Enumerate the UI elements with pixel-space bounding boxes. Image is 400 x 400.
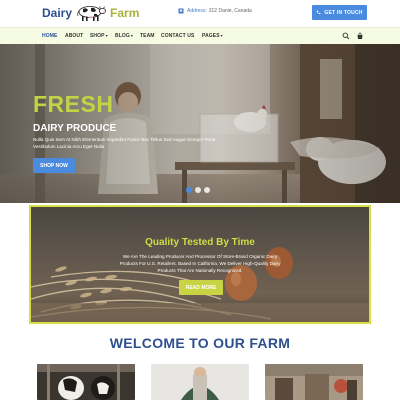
- cow-logo-icon: [77, 6, 107, 21]
- cart-icon[interactable]: [356, 32, 364, 40]
- quality-banner: Quality Tested By Time We Are The Leadin…: [29, 205, 371, 324]
- welcome-heading: WELCOME TO OUR FARM: [109, 335, 291, 351]
- cows-image: [37, 364, 135, 400]
- main-navigation: HOME ABOUT SHOP▾ BLOG▾ TEAM CONTACT US P…: [0, 27, 400, 44]
- chevron-down-icon: ▾: [130, 33, 133, 38]
- nav-item-label: HOME: [42, 33, 58, 39]
- logo-text-farm: Farm: [110, 6, 140, 20]
- nav-item-home[interactable]: HOME: [42, 33, 57, 39]
- address-label: Address:: [187, 8, 207, 14]
- logo-text-dairy: Dairy: [42, 6, 73, 20]
- nav-item-shop[interactable]: SHOP▾: [90, 33, 108, 39]
- hero-slider: FRESH DAIRY PRODUCE Nulla Quis Sem At Ni…: [0, 44, 400, 221]
- nav-item-label: SHOP: [90, 33, 105, 39]
- slider-pagination: [186, 187, 210, 193]
- nav-item-label: ABOUT: [65, 33, 84, 39]
- nav-item-pages[interactable]: PAGES▾: [202, 33, 223, 39]
- hero-title: FRESH: [33, 91, 114, 117]
- farm-card-barn[interactable]: [265, 364, 363, 400]
- nav-item-contact[interactable]: CONTACT US: [161, 33, 194, 39]
- chevron-down-icon: ▾: [105, 33, 108, 38]
- search-icon[interactable]: [342, 32, 350, 40]
- nav-item-label: PAGES: [202, 33, 220, 39]
- header-address: Address: 312 Danie, Canada: [178, 8, 252, 14]
- phone-icon: [317, 10, 321, 15]
- farm-card-cows[interactable]: [37, 364, 135, 400]
- nav-item-label: CONTACT US: [161, 33, 195, 39]
- quality-description: We Are The Leading Producer And Processo…: [119, 254, 281, 273]
- get-in-touch-button[interactable]: GET IN TOUCH: [312, 5, 367, 20]
- chevron-down-icon: ▾: [220, 33, 223, 38]
- top-bar: Dairy Farm Address: 312 Danie, Canada GE…: [0, 0, 400, 26]
- farmer-image: [151, 364, 249, 400]
- site-logo[interactable]: Dairy Farm: [42, 3, 139, 23]
- slider-dot[interactable]: [204, 187, 210, 193]
- quality-title: Quality Tested By Time: [145, 237, 255, 248]
- nav-item-about[interactable]: ABOUT: [65, 33, 83, 39]
- location-pin-icon: [178, 8, 184, 14]
- hero-subtitle: DAIRY PRODUCE: [33, 123, 117, 134]
- quality-section: Quality Tested By Time We Are The Leadin…: [0, 203, 400, 329]
- nav-item-blog[interactable]: BLOG▾: [115, 33, 133, 39]
- barn-image: [265, 364, 363, 400]
- slider-dot[interactable]: [195, 187, 201, 193]
- nav-item-label: BLOG: [115, 33, 130, 39]
- shop-now-button[interactable]: SHOP NOW: [33, 158, 75, 173]
- nav-item-label: TEAM: [140, 33, 155, 39]
- read-more-button[interactable]: READ MORE: [179, 280, 223, 295]
- nav-item-team[interactable]: TEAM: [140, 33, 155, 39]
- address-value: 312 Danie, Canada: [208, 8, 252, 14]
- hero-description: Nulla Quis Sem At Nibh Elementum Imperdi…: [33, 137, 216, 149]
- farm-card-farmer[interactable]: [151, 364, 249, 400]
- slider-dot[interactable]: [186, 187, 192, 193]
- get-in-touch-label: GET IN TOUCH: [324, 9, 363, 16]
